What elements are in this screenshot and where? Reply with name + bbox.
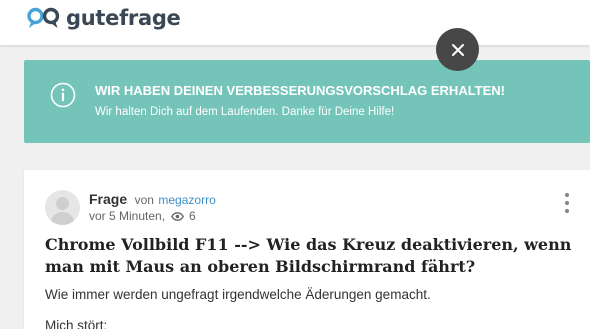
author-link[interactable]: megazorro xyxy=(158,193,215,207)
question-stats: vor 5 Minuten, 6 xyxy=(89,209,196,223)
user-icon xyxy=(45,190,80,225)
avatar[interactable] xyxy=(45,190,80,225)
logo-mark-icon xyxy=(27,7,60,28)
more-options-button[interactable] xyxy=(562,192,572,214)
question-card: Frage von megazorro vor 5 Minuten, 6 Chr… xyxy=(24,170,590,329)
top-header: gutefrage xyxy=(0,0,590,45)
info-icon xyxy=(50,82,76,108)
banner-text: Wir halten Dich auf dem Laufenden. Danke… xyxy=(95,106,395,118)
eye-icon xyxy=(171,211,184,221)
question-title[interactable]: Chrome Vollbild F11 --> Wie das Kreuz de… xyxy=(45,234,575,278)
gutefrage-logo[interactable]: gutefrage xyxy=(26,5,181,31)
question-type-label: Frage xyxy=(89,191,128,207)
view-count: 6 xyxy=(189,209,196,223)
question-meta: Frage von megazorro xyxy=(89,191,216,209)
question-body-line: Wie immer werden ungefragt irgendwelche … xyxy=(45,287,431,302)
banner-title: WIR HABEN DEINEN VERBESSERUNGSVORSCHLAG … xyxy=(95,83,506,98)
logo-text: gutefrage xyxy=(66,6,181,30)
success-banner: WIR HABEN DEINEN VERBESSERUNGSVORSCHLAG … xyxy=(24,60,590,143)
question-time: vor 5 Minuten, xyxy=(89,209,166,223)
close-icon xyxy=(451,43,464,56)
by-label: von xyxy=(134,193,154,207)
close-button[interactable] xyxy=(436,28,479,71)
question-body-line: Mich stört: xyxy=(45,318,108,329)
more-vertical-icon xyxy=(564,192,570,214)
